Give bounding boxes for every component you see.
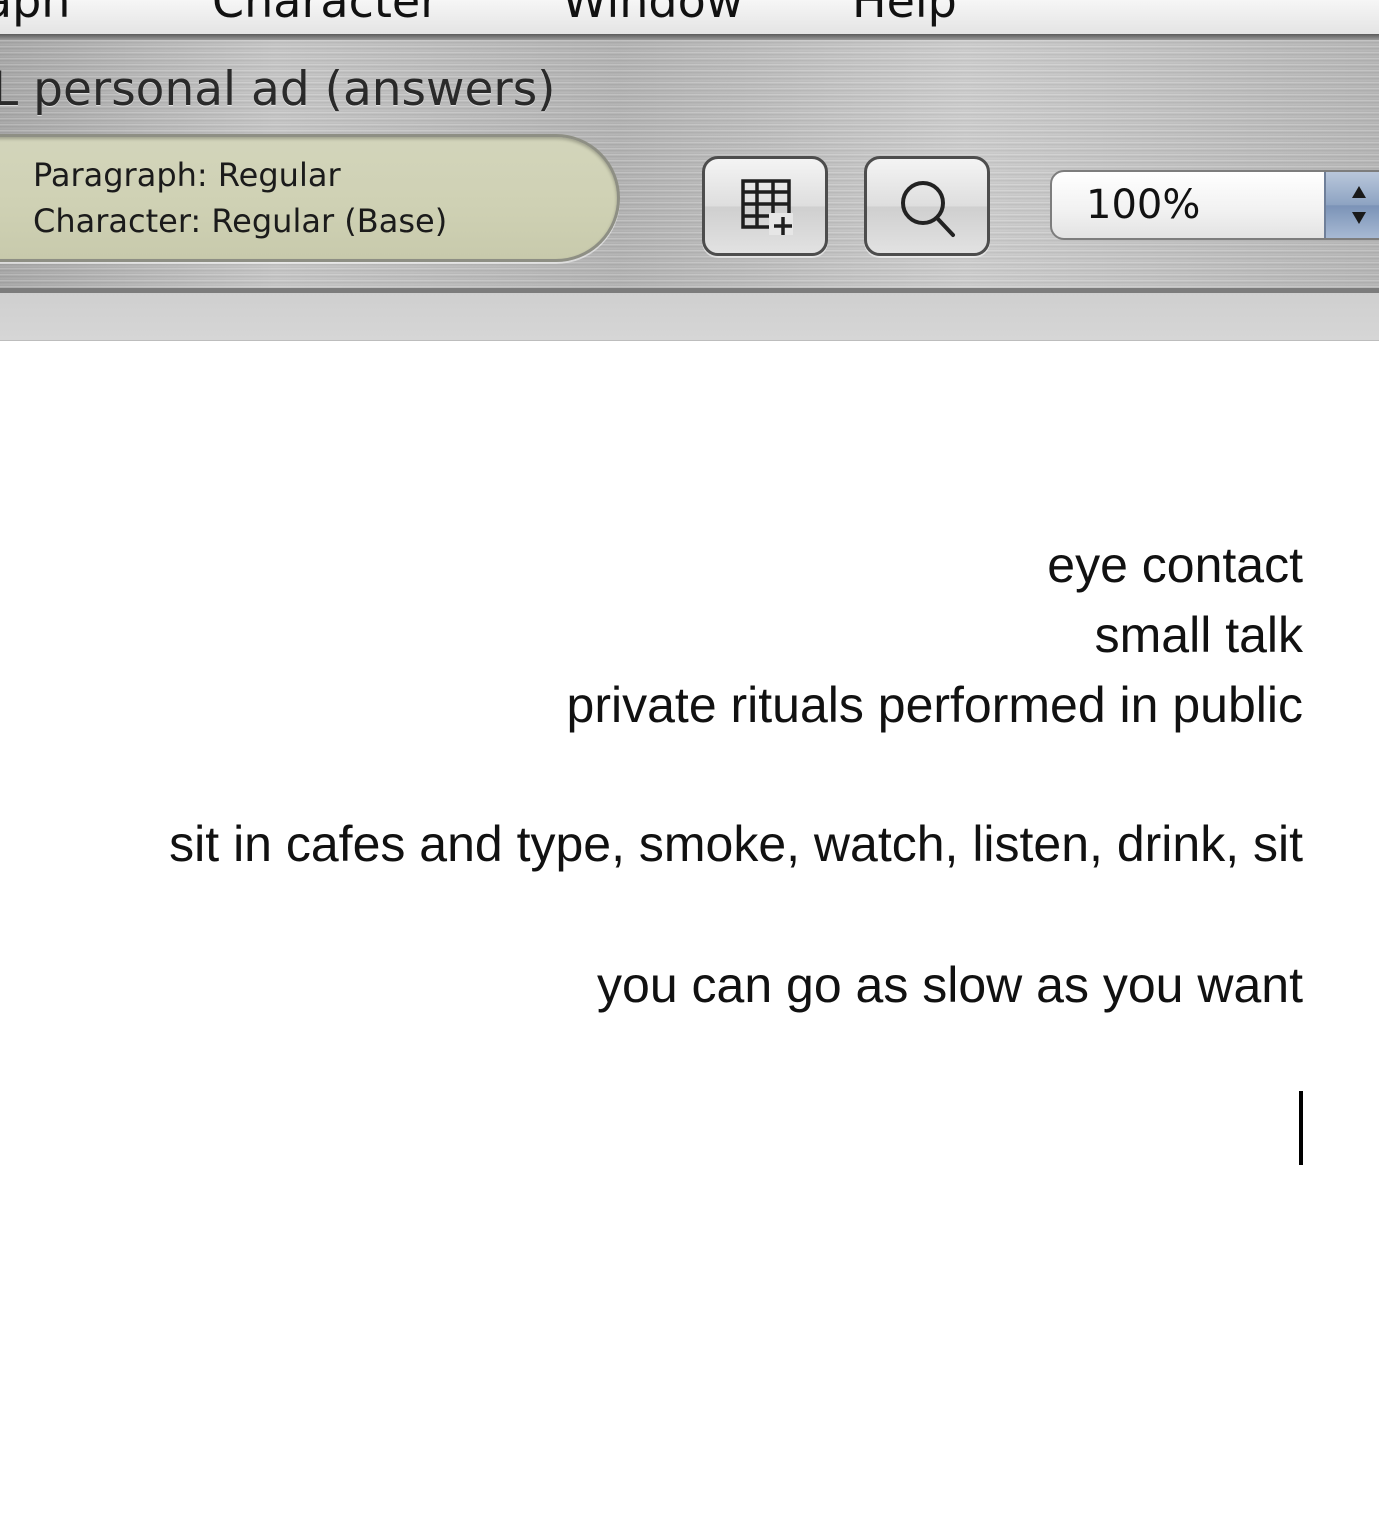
window-title[interactable]: L personal ad (answers) (0, 62, 556, 118)
menu-bar: raph Character Window Help (0, 0, 1379, 34)
menu-item-window[interactable]: Window (562, 0, 743, 29)
ruler-strip (0, 293, 1379, 341)
menu-item-paragraph[interactable]: raph (0, 0, 70, 29)
zoom-value: 100% (1086, 182, 1201, 228)
table-insert-icon (741, 179, 793, 235)
zoom-select[interactable]: 100% (1050, 170, 1379, 240)
up-down-arrows-icon (1352, 186, 1366, 224)
insert-table-button[interactable] (702, 156, 828, 256)
menu-item-character[interactable]: Character (212, 0, 439, 29)
search-icon (901, 181, 955, 237)
character-style-label: Character: Regular (Base) (33, 202, 448, 240)
document-line: private rituals performed in public (566, 677, 1303, 733)
window-toolbar: L personal ad (answers) Paragraph: Regul… (0, 40, 1379, 288)
document-line: sit in cafes and type, smoke, watch, lis… (169, 816, 1303, 872)
app-window: raph Character Window Help L personal ad… (0, 0, 1379, 1516)
document-page[interactable]: eye contact small talk private rituals p… (0, 341, 1379, 1516)
document-line: eye contact (1047, 537, 1303, 593)
menu-item-help[interactable]: Help (852, 0, 957, 29)
text-cursor (1299, 1091, 1303, 1165)
paragraph-style-label: Paragraph: Regular (33, 156, 341, 194)
zoom-stepper[interactable] (1324, 172, 1379, 238)
search-button[interactable] (864, 156, 990, 256)
document-line: you can go as slow as you want (597, 957, 1303, 1013)
document-line: small talk (1094, 607, 1303, 663)
style-indicator[interactable]: Paragraph: Regular Character: Regular (B… (0, 134, 620, 262)
